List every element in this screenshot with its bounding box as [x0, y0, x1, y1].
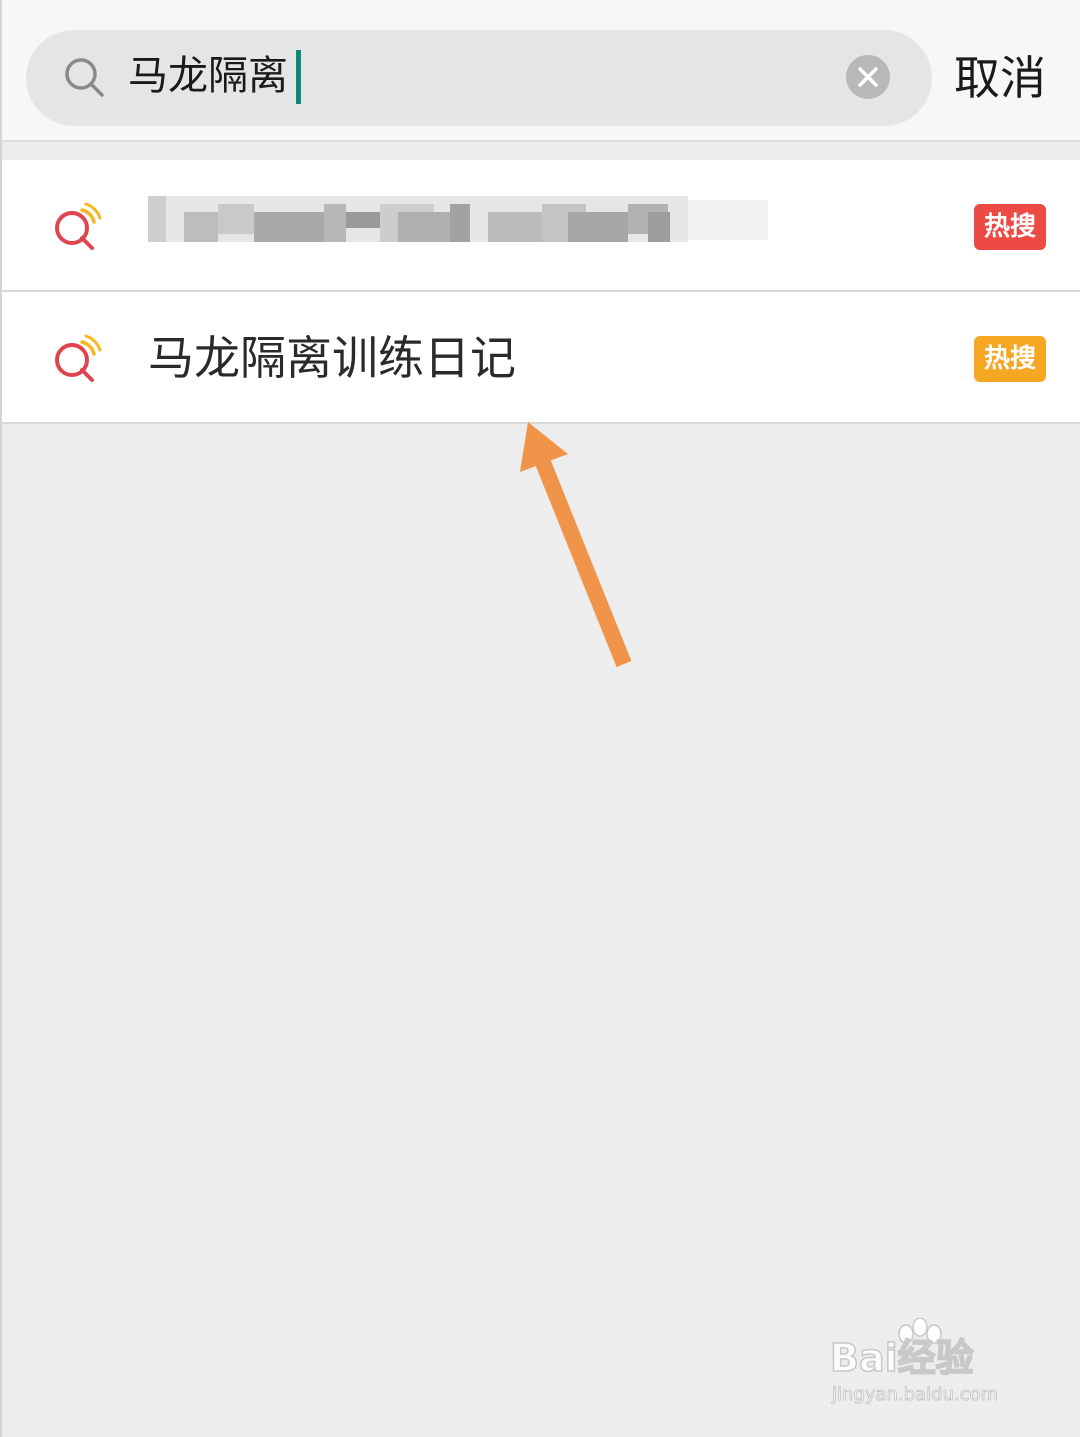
annotation-arrow [520, 422, 632, 667]
suggestion-label: 马龙隔离训练日记 [148, 331, 516, 385]
search-header: 马龙隔离 取消 [2, 0, 1080, 142]
suggestion-item[interactable]: 马龙隔离训练日记 热搜 [2, 292, 1080, 424]
text-caret [296, 50, 301, 104]
clear-icon [858, 67, 878, 87]
hot-search-icon [55, 202, 102, 250]
search-input[interactable]: 马龙隔离 [128, 46, 288, 106]
search-page: 马龙隔离 取消 热搜 马龙隔离训练日记 热搜 Bai经验 jingyan.bai… [0, 0, 1080, 1437]
hot-search-badge: 热搜 [974, 204, 1046, 250]
clear-button[interactable] [846, 55, 890, 99]
watermark-url: jingyan.baidu.com [832, 1384, 999, 1406]
watermark-brand: Bai经验 [829, 1335, 974, 1381]
search-icon [65, 58, 104, 97]
hot-search-badge: 热搜 [974, 336, 1046, 382]
hot-search-icon [55, 334, 102, 382]
cancel-button[interactable]: 取消 [954, 46, 1046, 110]
blurred-suggestion-text [148, 196, 768, 242]
suggestion-item[interactable]: 热搜 [2, 160, 1080, 292]
baidu-watermark: Bai经验 jingyan.baidu.com [829, 1318, 1030, 1418]
suggestion-list: 热搜 马龙隔离训练日记 热搜 [2, 160, 1080, 424]
